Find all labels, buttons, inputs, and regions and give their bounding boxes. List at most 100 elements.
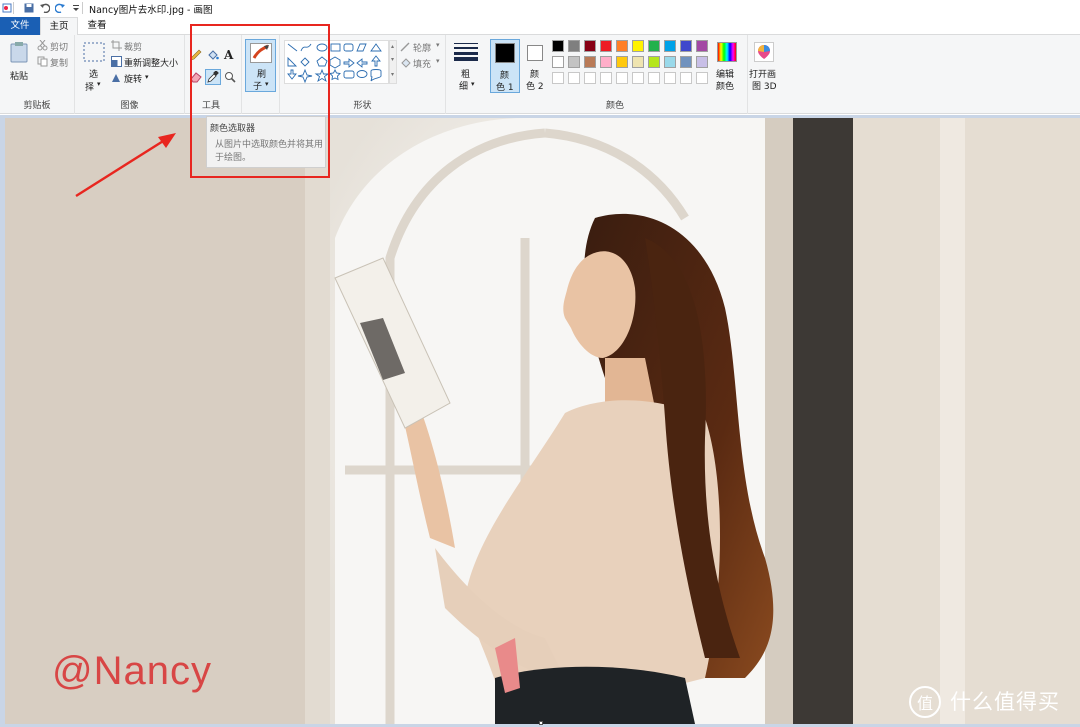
eraser-icon[interactable] bbox=[190, 71, 202, 83]
fill-icon bbox=[401, 58, 411, 68]
brushes-button[interactable]: 刷 子 ▾ bbox=[245, 39, 276, 92]
copy-icon bbox=[37, 56, 48, 67]
colors-group: 颜色 编辑 颜色 bbox=[548, 35, 748, 114]
shapes-scroll[interactable]: ▴ ▾ ▾ bbox=[389, 40, 397, 84]
shapes-gallery-icons bbox=[287, 43, 382, 84]
color-spectrum-icon bbox=[717, 42, 737, 62]
save-icon[interactable] bbox=[24, 3, 34, 13]
custom-color-slot[interactable] bbox=[680, 72, 692, 84]
magnifier-icon[interactable] bbox=[224, 71, 236, 83]
color-swatch[interactable] bbox=[696, 56, 708, 68]
line-width-icon bbox=[454, 43, 478, 61]
color-swatch[interactable] bbox=[568, 40, 580, 52]
canvas-area[interactable]: 值 bbox=[0, 115, 1080, 727]
photo-scene: 值 bbox=[5, 118, 1080, 724]
size-button[interactable]: 粗 细 ▾ bbox=[450, 39, 482, 92]
custom-color-slot[interactable] bbox=[600, 72, 612, 84]
ribbon-tabs: 文件 主页 查看 bbox=[0, 17, 1080, 36]
size-group: 粗 细 ▾ bbox=[446, 35, 486, 114]
clipboard-group: 粘贴 剪切 复制 剪贴板 bbox=[0, 35, 75, 114]
text-tool-icon[interactable]: A bbox=[224, 48, 233, 62]
color-picker-button[interactable] bbox=[205, 69, 221, 85]
undo-icon[interactable] bbox=[40, 3, 50, 13]
canvas-resize-handle[interactable] bbox=[539, 721, 543, 725]
color-swatch[interactable] bbox=[568, 56, 580, 68]
brushes-group: 刷 子 ▾ bbox=[242, 35, 280, 114]
custom-color-slot[interactable] bbox=[584, 72, 596, 84]
pencil-icon[interactable] bbox=[190, 49, 202, 61]
color-swatch[interactable] bbox=[600, 56, 612, 68]
image-group: 选 择 ▾ 裁剪 重新调整大小 旋转 ▾ 图像 bbox=[75, 35, 185, 114]
title-bar: Nancy图片去水印.jpg - 画图 bbox=[0, 0, 1080, 17]
custom-color-slot[interactable] bbox=[696, 72, 708, 84]
shapes-group-label: 形状 bbox=[353, 101, 372, 111]
color-swatch[interactable] bbox=[696, 40, 708, 52]
site-logo-text: 什么值得买 bbox=[950, 690, 1060, 714]
color-swatch[interactable] bbox=[664, 40, 676, 52]
color-swatch[interactable] bbox=[648, 56, 660, 68]
selection-rect-icon bbox=[83, 42, 105, 62]
shapes-gallery[interactable] bbox=[284, 40, 389, 84]
scissors-icon bbox=[37, 40, 48, 51]
color-swatch[interactable] bbox=[616, 56, 628, 68]
redo-icon[interactable] bbox=[55, 3, 65, 13]
color-swatch[interactable] bbox=[664, 56, 676, 68]
tab-view[interactable]: 查看 bbox=[80, 17, 114, 35]
color-swatch[interactable] bbox=[552, 40, 564, 52]
color-swatch[interactable] bbox=[584, 40, 596, 52]
edit-colors-button[interactable]: 编辑 颜色 bbox=[711, 39, 745, 93]
color-swatch[interactable] bbox=[632, 40, 644, 52]
color-swatch[interactable] bbox=[552, 56, 564, 68]
custom-color-slot[interactable] bbox=[568, 72, 580, 84]
tab-file[interactable]: 文件 bbox=[0, 17, 40, 35]
custom-color-slot[interactable] bbox=[632, 72, 644, 84]
color-swatch[interactable] bbox=[600, 40, 612, 52]
window-title: Nancy图片去水印.jpg - 画图 bbox=[89, 5, 213, 16]
custom-color-slot[interactable] bbox=[664, 72, 676, 84]
crop-button[interactable]: 裁剪 bbox=[111, 40, 181, 53]
ribbon: 粘贴 剪切 复制 剪贴板 选 择 ▾ 裁剪 重新调整大小 旋转 ▾ 图像 A 工… bbox=[0, 35, 1080, 114]
outline-button[interactable]: 轮廓 ▾ bbox=[400, 41, 444, 54]
clipboard-group-label: 剪贴板 bbox=[23, 101, 51, 111]
customize-qat-icon[interactable] bbox=[71, 3, 81, 13]
color1-swatch bbox=[495, 43, 515, 63]
tab-home[interactable]: 主页 bbox=[40, 17, 78, 36]
color1-button[interactable]: 颜 色 1 bbox=[490, 39, 520, 93]
color-swatch[interactable] bbox=[648, 40, 660, 52]
svg-text:值: 值 bbox=[917, 694, 933, 713]
select-button[interactable]: 选 择 ▾ bbox=[80, 40, 106, 93]
brush-icon bbox=[250, 43, 272, 63]
tools-group-label: 工具 bbox=[201, 101, 220, 111]
resize-icon bbox=[111, 56, 122, 67]
custom-color-slot[interactable] bbox=[648, 72, 660, 84]
rotate-icon bbox=[112, 74, 120, 82]
rotate-button[interactable]: 旋转 ▾ bbox=[111, 72, 161, 85]
color2-swatch bbox=[527, 45, 543, 61]
color2-button[interactable]: 颜 色 2 bbox=[522, 39, 548, 93]
custom-color-slot[interactable] bbox=[616, 72, 628, 84]
color-picker-tooltip: 颜色选取器 从图片中选取颜色并将其用于绘图。 bbox=[206, 116, 326, 168]
copy-button[interactable]: 复制 bbox=[37, 56, 73, 69]
fill-button[interactable]: 填充 ▾ bbox=[400, 57, 444, 70]
color-swatch[interactable] bbox=[632, 56, 644, 68]
resize-button[interactable]: 重新调整大小 bbox=[111, 56, 183, 69]
fill-bucket-icon[interactable] bbox=[207, 49, 219, 61]
outline-icon bbox=[400, 42, 410, 52]
color-swatch[interactable] bbox=[680, 40, 692, 52]
colors-group-label: 颜色 bbox=[605, 101, 624, 111]
cut-button[interactable]: 剪切 bbox=[37, 40, 73, 53]
paint-app-icon bbox=[2, 3, 12, 13]
clipboard-icon bbox=[10, 42, 28, 63]
tooltip-body: 从图片中选取颜色并将其用于绘图。 bbox=[215, 140, 324, 163]
crop-icon bbox=[111, 40, 122, 51]
open-paint3d-button[interactable]: 打开画 图 3D bbox=[749, 39, 779, 93]
canvas-photo[interactable]: 值 bbox=[5, 118, 1080, 724]
color-swatch[interactable] bbox=[680, 56, 692, 68]
annotation-arrow-icon bbox=[75, 133, 176, 198]
custom-color-slot[interactable] bbox=[552, 72, 564, 84]
color-swatch[interactable] bbox=[616, 40, 628, 52]
paste-button[interactable]: 粘贴 bbox=[4, 39, 34, 91]
eyedropper-icon bbox=[207, 71, 219, 83]
paint3d-icon bbox=[754, 42, 774, 62]
color-swatch[interactable] bbox=[584, 56, 596, 68]
